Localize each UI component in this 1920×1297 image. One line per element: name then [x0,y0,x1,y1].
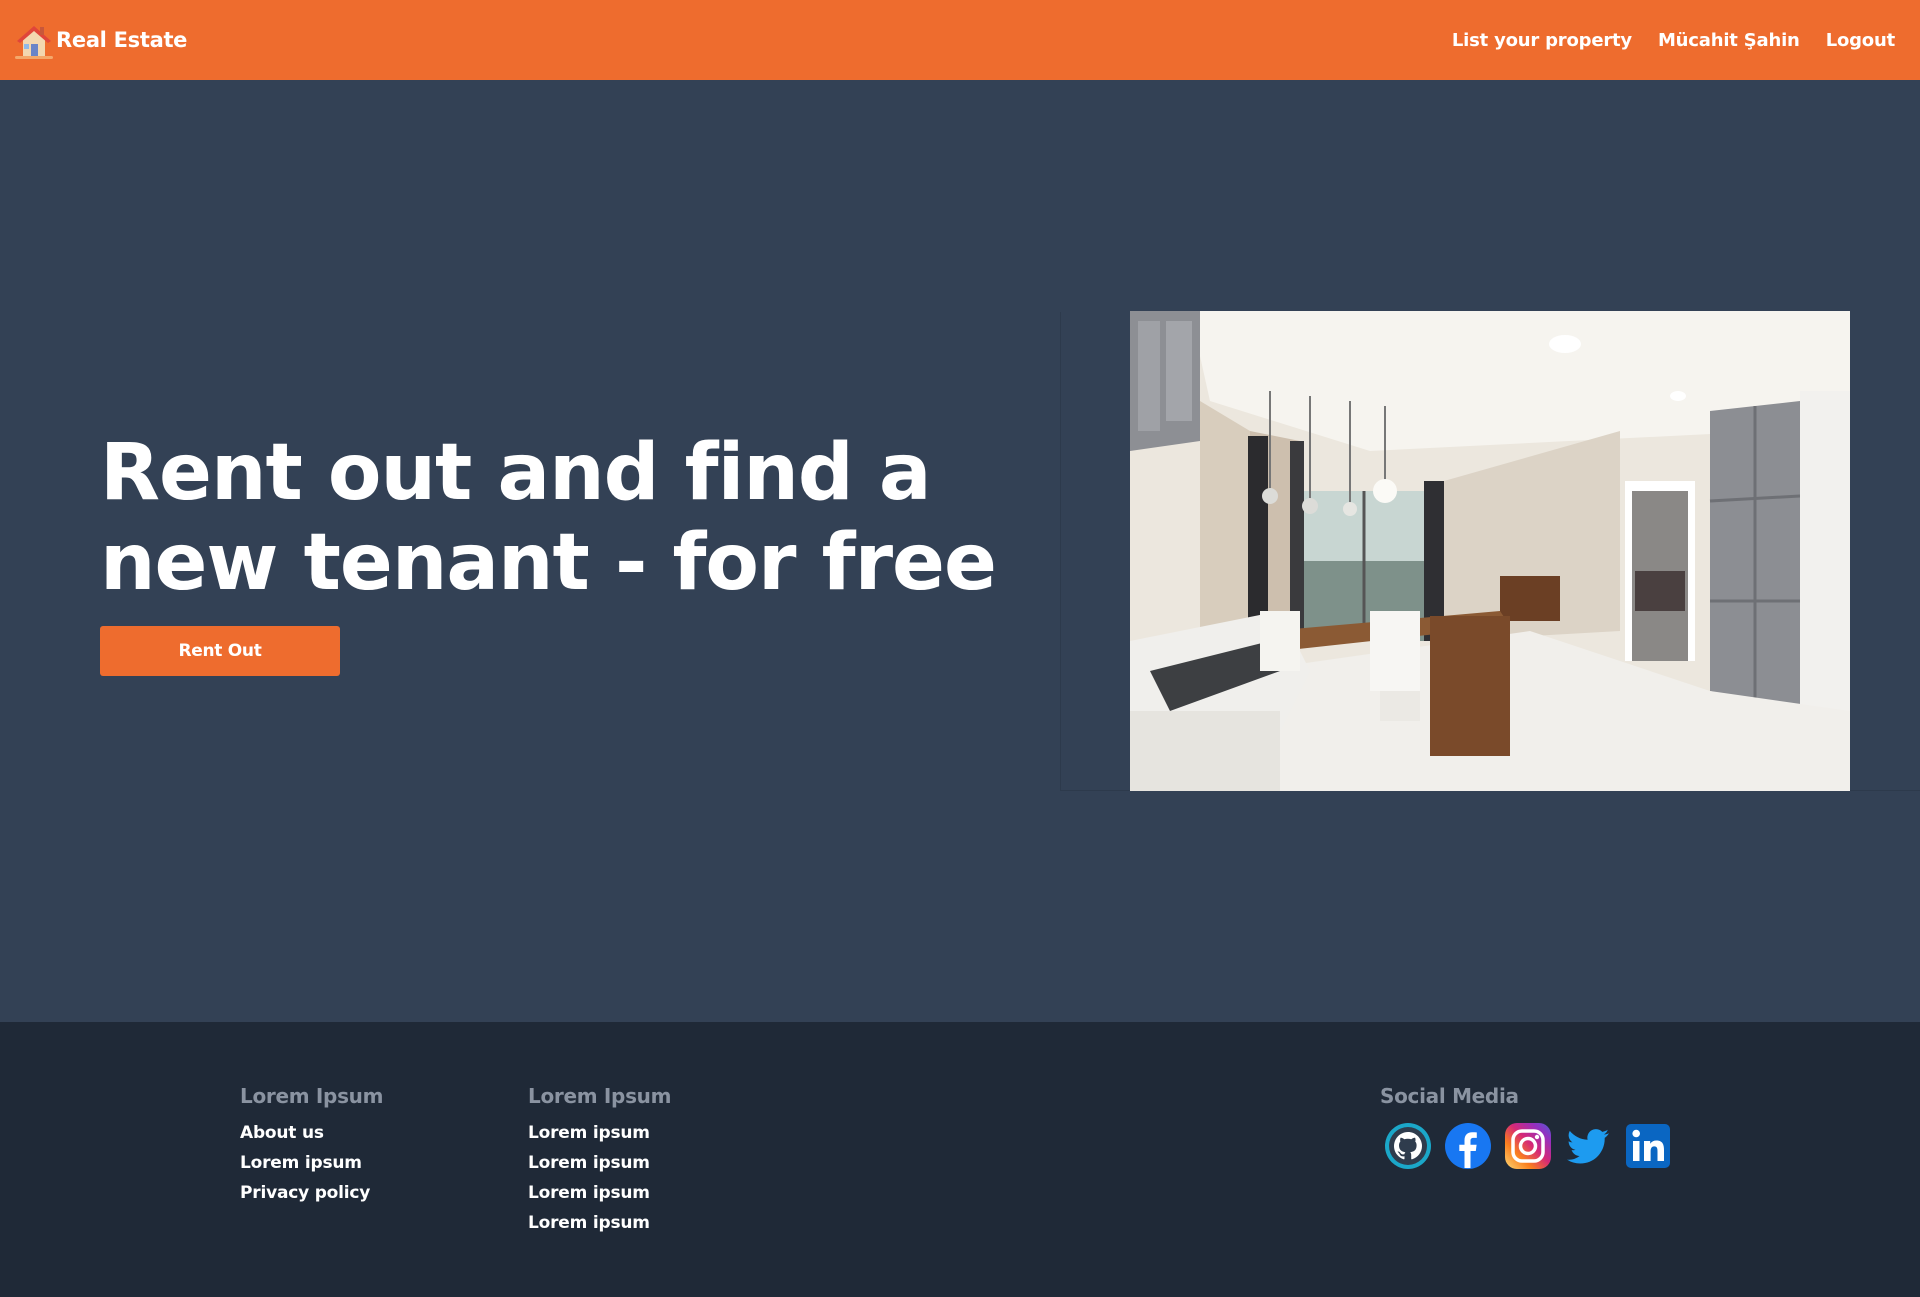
house-icon [15,26,53,59]
footer-link-privacy-policy[interactable]: Privacy policy [240,1178,383,1208]
apartment-interior-image [1130,311,1850,791]
hero-divider [1060,312,1061,790]
brand-name: Real Estate [56,28,188,52]
github-icon[interactable] [1384,1122,1432,1170]
nav-logout-link[interactable]: Logout [1826,30,1896,51]
footer-column-links: Lorem Ipsum Lorem ipsum Lorem ipsum Lore… [528,1084,671,1238]
footer: Lorem Ipsum About us Lorem ipsum Privacy… [0,1022,1920,1297]
main-nav: List your property Mücahit Şahin Logout [1452,30,1895,51]
hero-section: Rent out and find a new tenant - for fre… [0,80,1920,1022]
brand-logo-link[interactable]: Real Estate [14,20,187,60]
footer-heading: Lorem Ipsum [240,1084,384,1108]
footer-link-about-us[interactable]: About us [240,1118,383,1148]
rent-out-button[interactable]: Rent Out [100,626,340,676]
footer-link[interactable]: Lorem ipsum [528,1148,671,1178]
facebook-icon[interactable] [1444,1122,1492,1170]
footer-heading: Lorem Ipsum [528,1084,672,1108]
footer-column-social: Social Media [1380,1084,1672,1170]
footer-link[interactable]: Lorem ipsum [528,1118,671,1148]
social-icons [1384,1122,1672,1170]
footer-column-about: Lorem Ipsum About us Lorem ipsum Privacy… [240,1084,383,1208]
nav-list-property-link[interactable]: List your property [1452,30,1632,51]
social-media-heading: Social Media [1380,1084,1519,1108]
footer-link[interactable]: Lorem ipsum [240,1148,383,1178]
top-navbar: Real Estate List your property Mücahit Ş… [0,0,1920,80]
hero-title-line2: new tenant - for free [100,518,997,608]
hero-title: Rent out and find a new tenant - for fre… [100,428,1000,608]
linkedin-icon[interactable] [1624,1122,1672,1170]
footer-link[interactable]: Lorem ipsum [528,1178,671,1208]
footer-link[interactable]: Lorem ipsum [528,1208,671,1238]
nav-user-profile-link[interactable]: Mücahit Şahin [1658,30,1800,51]
instagram-icon[interactable] [1504,1122,1552,1170]
hero-title-line1: Rent out and find a [100,428,931,518]
twitter-icon[interactable] [1564,1122,1612,1170]
